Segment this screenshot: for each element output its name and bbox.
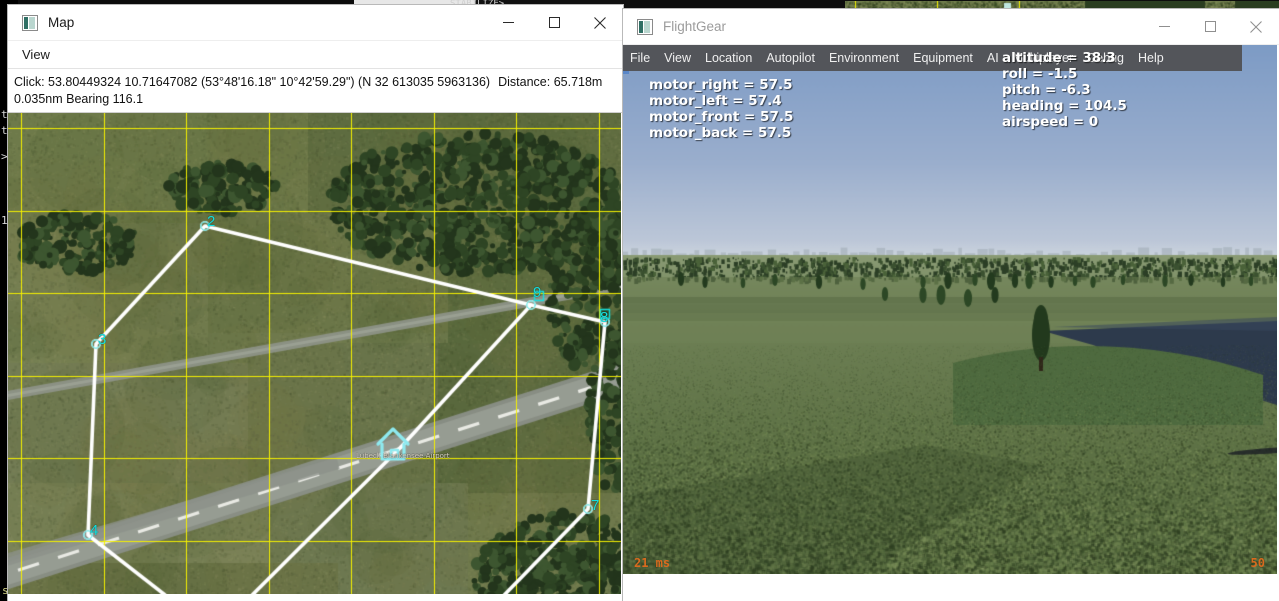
waypoint-label-9[interactable]: 9 — [533, 285, 541, 300]
waypoint-label-7[interactable]: 7 — [591, 498, 599, 513]
close-icon[interactable] — [577, 5, 623, 40]
fg-menu-item-view[interactable]: View — [657, 51, 698, 65]
fg-menu-item-help[interactable]: Help — [1131, 51, 1171, 65]
close-icon[interactable] — [1233, 9, 1279, 44]
hud-motor-readouts: motor_right = 57.5 motor_left = 57.4 mot… — [649, 77, 794, 141]
fg-menu-item-environment[interactable]: Environment — [822, 51, 906, 65]
frame-time-indicator: 21 ms — [634, 556, 671, 570]
maximize-icon[interactable] — [531, 5, 577, 40]
fg-menu-item-autopilot[interactable]: Autopilot — [759, 51, 822, 65]
status-distance: Distance: 65.718m — [498, 75, 603, 89]
fg-menu-item-equipment[interactable]: Equipment — [906, 51, 980, 65]
fg-menu-item-file[interactable]: File — [623, 51, 657, 65]
map-status-bar: Click: 53.80449324 10.71647082 (53°48'16… — [8, 69, 623, 113]
hud-flight-readouts: altitude = 38.3 roll = -1.5 pitch = -6.3… — [1002, 50, 1127, 130]
flightgear-window[interactable]: FlightGear File View Location Autopilot Envi… — [623, 9, 1279, 601]
status-bearing: 0.035nm Bearing 116.1 — [14, 92, 144, 106]
home-location-label: Lubeck Blankensee Airport — [356, 452, 450, 460]
menu-item-view[interactable]: View — [16, 47, 56, 62]
map-window-title: Map — [48, 15, 75, 30]
fg-menu-item-location[interactable]: Location — [698, 51, 759, 65]
flightgear-3d-view[interactable]: File View Location Autopilot Environment Equi… — [623, 45, 1277, 574]
map-window[interactable]: Map View Click: 53.80449324 10.71647082 … — [8, 5, 623, 601]
waypoint-label-2[interactable]: 2 — [207, 214, 215, 229]
map-window-controls — [485, 5, 623, 40]
maximize-icon[interactable] — [1187, 9, 1233, 44]
waypoint-label-4[interactable]: 4 — [90, 523, 98, 538]
terminal-line: t — [1, 108, 8, 121]
flightgear-window-controls — [1141, 9, 1279, 44]
terminal-line: t — [1, 124, 8, 137]
minimize-icon[interactable] — [1141, 9, 1187, 44]
terminal-line: 1 — [1, 214, 8, 227]
map-titlebar[interactable]: Map — [8, 5, 623, 41]
desktop-root: STABILIZE> t t > 1 scipy/.libs) Map — [0, 0, 1279, 601]
frame-rate-indicator: 50 — [1250, 556, 1265, 570]
map-menubar[interactable]: View — [8, 41, 623, 69]
flightgear-titlebar[interactable]: FlightGear — [623, 9, 1279, 45]
map-canvas[interactable]: 23456789 Lubeck Blankensee Airport — [8, 113, 621, 594]
flightgear-window-title: FlightGear — [663, 19, 727, 34]
map-overlay-tracks — [8, 113, 621, 594]
flightgear-menubar[interactable]: File View Location Autopilot Environment Equi… — [623, 45, 1242, 71]
flightgear-app-icon — [637, 18, 653, 35]
map-app-icon — [22, 14, 38, 31]
minimize-icon[interactable] — [485, 5, 531, 40]
waypoint-label-8[interactable]: 8 — [600, 310, 608, 325]
status-click-coords: Click: 53.80449324 10.71647082 (53°48'16… — [14, 75, 491, 89]
waypoint-label-3[interactable]: 3 — [98, 332, 106, 347]
menubar-accent — [623, 71, 629, 74]
terminal-line: > — [1, 150, 8, 163]
